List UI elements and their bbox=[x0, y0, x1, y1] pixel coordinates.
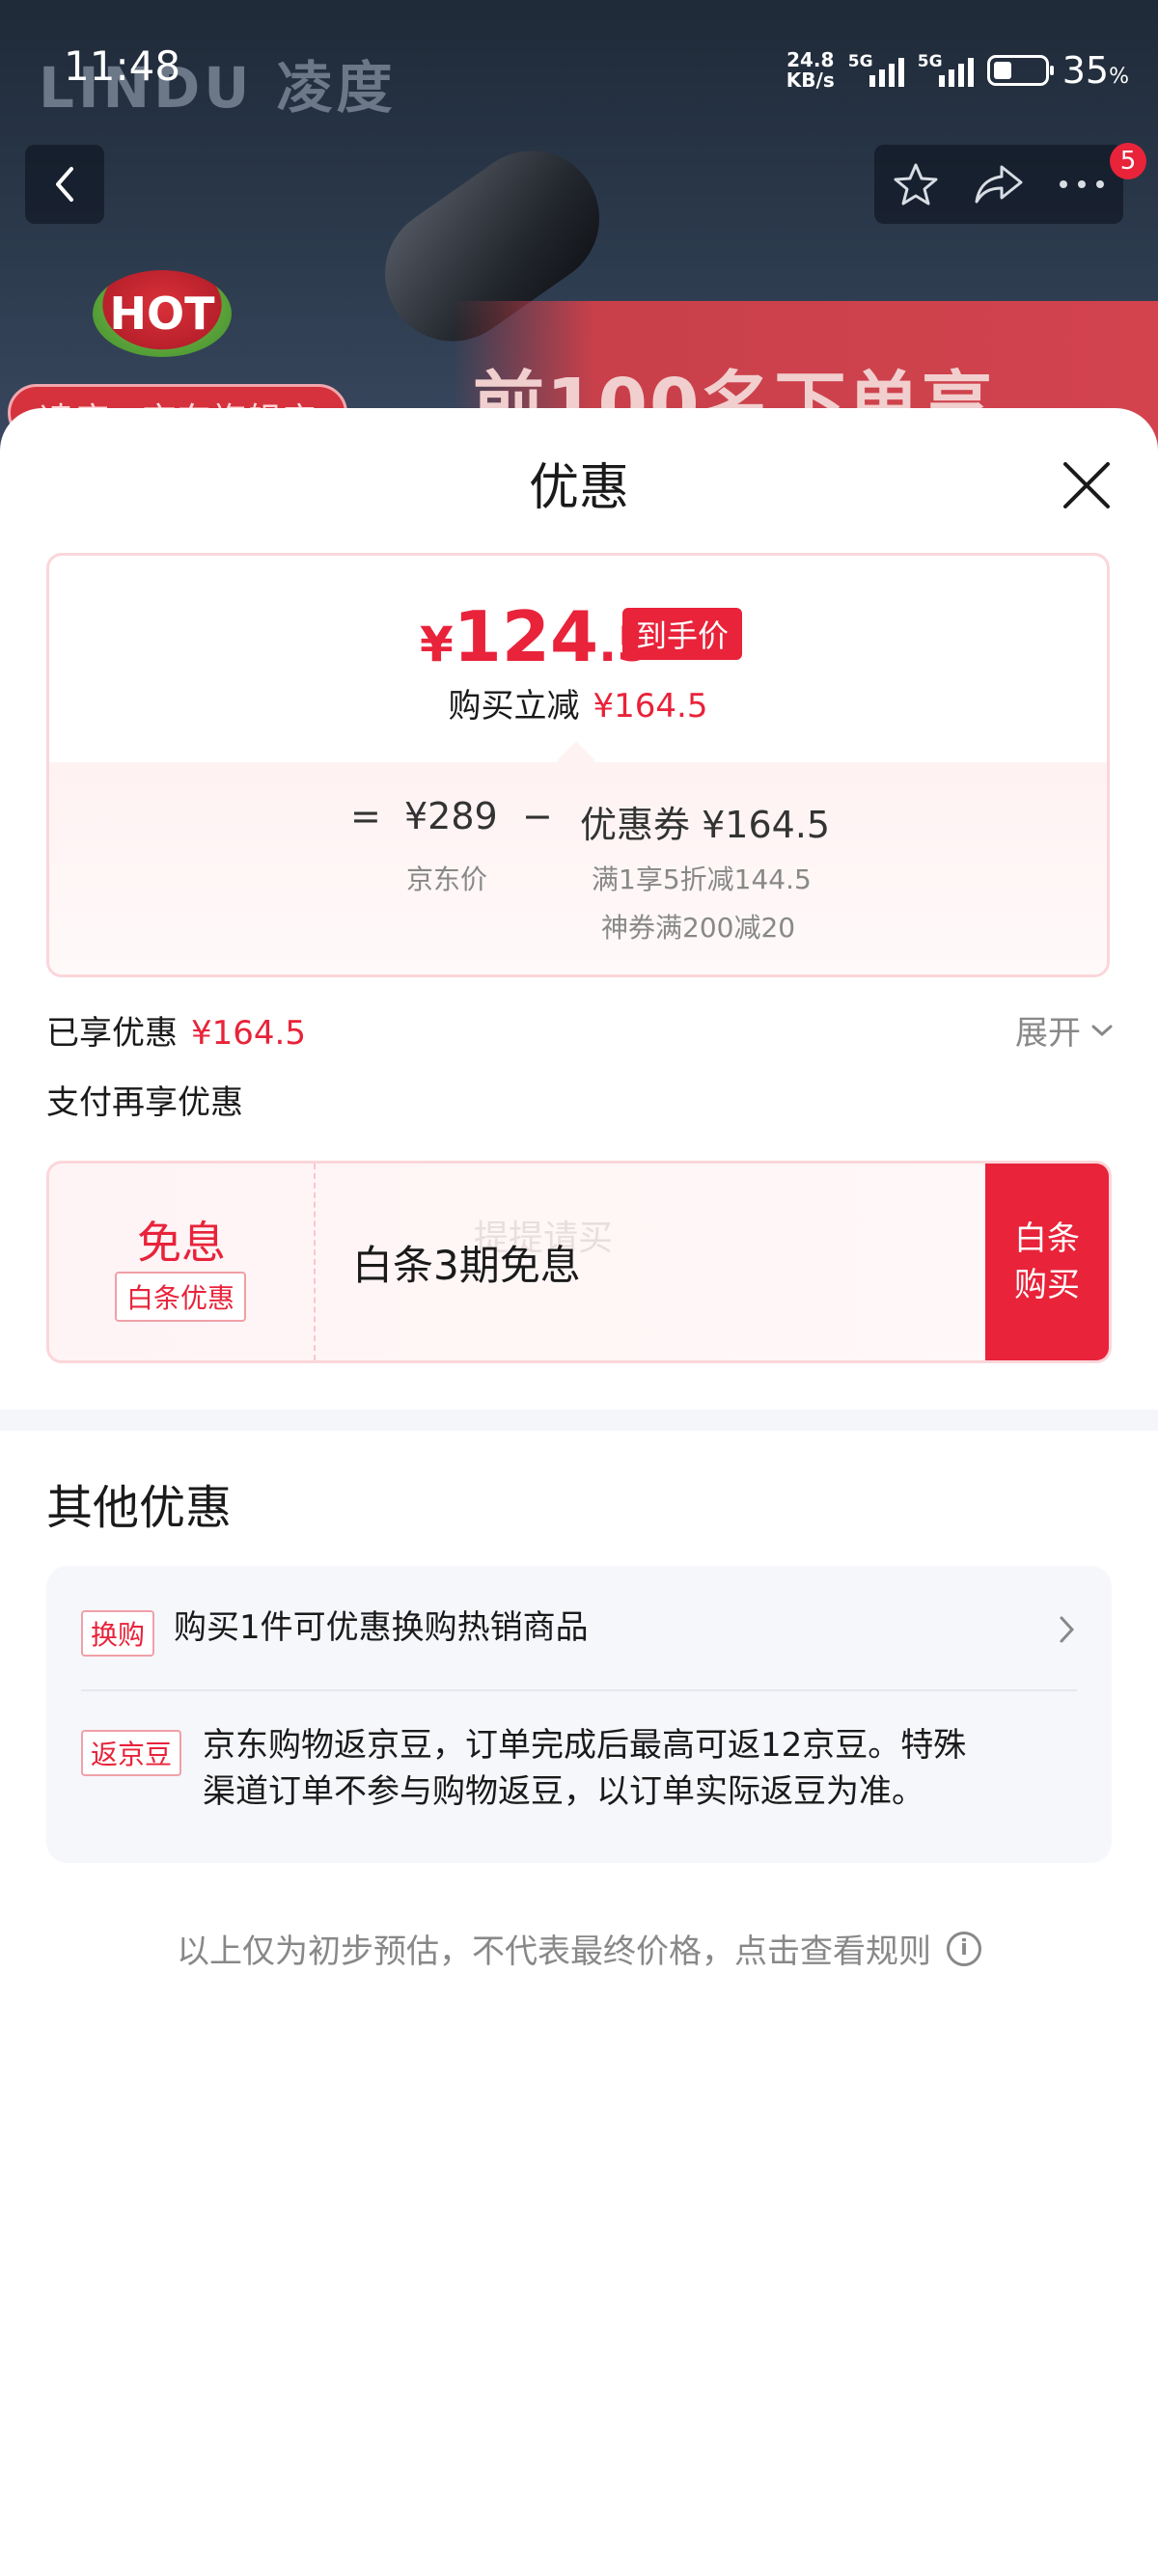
discount-sheet: 优惠 ¥ 124 .5 到手价 购买立减¥164.5 = ¥289 京东价 − … bbox=[0, 408, 1158, 2576]
sheet-title: 优惠 bbox=[528, 459, 629, 517]
info-icon: i bbox=[947, 1931, 981, 1966]
pay-more-label: 支付再享优惠 bbox=[46, 1083, 243, 1122]
share-icon bbox=[975, 165, 1023, 204]
section-divider bbox=[0, 1410, 1158, 1431]
rules-link[interactable]: 以上仅为初步预估，不代表最终价格，点击查看规则 i bbox=[0, 1925, 1158, 1972]
chevron-down-icon bbox=[1091, 1025, 1113, 1036]
back-button[interactable] bbox=[25, 145, 104, 224]
net-speed-unit: KB/s bbox=[786, 69, 835, 92]
final-price-tag: 到手价 bbox=[622, 608, 743, 660]
minus-sign: − bbox=[522, 795, 553, 837]
signal-icon-2: 5G bbox=[917, 52, 974, 87]
price-card: ¥ 124 .5 到手价 购买立减¥164.5 = ¥289 京东价 − 优惠券… bbox=[46, 553, 1110, 977]
other-discounts-title: 其他优惠 bbox=[46, 1481, 233, 1535]
status-bar-right: 24.8 KB/s 5G 5G 35% bbox=[786, 46, 1129, 95]
exchange-item[interactable]: 购买1件可优惠换购热销商品 bbox=[174, 1604, 589, 1651]
status-time: 11:48 bbox=[64, 42, 181, 90]
share-button[interactable] bbox=[965, 151, 1033, 218]
jd-price-label: 京东价 bbox=[406, 863, 488, 895]
baitiao-tag: 白条优惠 bbox=[115, 1272, 247, 1322]
star-icon bbox=[894, 163, 938, 206]
back-icon bbox=[56, 167, 73, 202]
close-button[interactable] bbox=[1058, 456, 1116, 514]
jingdou-tag: 返京豆 bbox=[81, 1730, 182, 1776]
top-actions bbox=[874, 145, 1123, 224]
purchase-reduction: 购买立减 ¥164.5 bbox=[448, 687, 708, 726]
signal-icon: 5G bbox=[847, 52, 904, 87]
coupon-amount: 优惠券 ¥164.5 bbox=[580, 804, 831, 846]
favorite-button[interactable] bbox=[882, 151, 950, 218]
baitiao-buy-button[interactable]: 白条 购买 bbox=[985, 1164, 1109, 1360]
enjoyed-discount: 已享优惠 ¥164.5 bbox=[46, 1014, 306, 1053]
expand-button[interactable]: 展开 bbox=[1015, 1006, 1114, 1054]
equals-sign: = bbox=[350, 795, 381, 837]
coupon-rule: 满1享5折减144.5 bbox=[592, 863, 812, 895]
coupon-rule: 神券满200减20 bbox=[601, 912, 796, 944]
battery-percent: 35% bbox=[1062, 49, 1129, 92]
baitiao-card[interactable]: 免息 白条优惠 提提请买 白条3期免息 白条 购买 bbox=[46, 1161, 1112, 1363]
network-type: 5G bbox=[847, 52, 873, 71]
close-icon bbox=[1063, 462, 1110, 508]
battery-icon bbox=[986, 55, 1054, 86]
other-discounts-card: 换购 购买1件可优惠换购热销商品 返京豆 京东购物返京豆，订单完成后最高可返12… bbox=[46, 1566, 1112, 1863]
network-type-2: 5G bbox=[917, 52, 943, 71]
net-speed: 24.8 KB/s bbox=[786, 50, 835, 91]
jingdou-text: 京东购物返京豆，订单完成后最高可返12京豆。特殊 渠道订单不参与购物返豆，以订单… bbox=[203, 1726, 967, 1811]
exchange-tag: 换购 bbox=[81, 1610, 155, 1657]
final-price: ¥ 124 .5 bbox=[420, 596, 650, 677]
more-icon bbox=[1060, 180, 1104, 188]
interest-free-label: 免息 bbox=[137, 1217, 226, 1269]
baitiao-desc: 白条3期免息 bbox=[352, 1242, 581, 1289]
notification-badge: 5 bbox=[1110, 143, 1146, 179]
jd-price: ¥289 bbox=[404, 795, 498, 837]
net-speed-value: 24.8 bbox=[786, 48, 835, 71]
chevron-right-icon[interactable] bbox=[1058, 1614, 1077, 1645]
more-button[interactable] bbox=[1048, 151, 1116, 218]
hot-badge: HOT bbox=[93, 270, 232, 357]
